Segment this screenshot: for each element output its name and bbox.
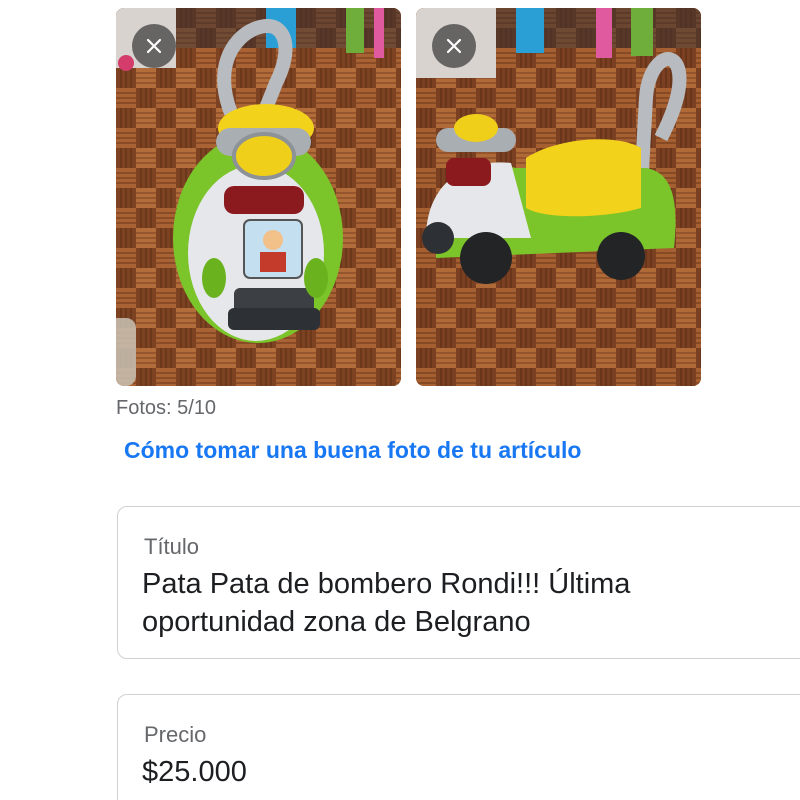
price-field[interactable]: Precio $25.000	[117, 694, 800, 800]
remove-photo-1-button[interactable]	[132, 24, 176, 68]
photo-count: Fotos: 5/10	[116, 397, 217, 419]
remove-photo-2-button[interactable]	[432, 24, 476, 68]
photo-tips-link[interactable]: Cómo tomar una buena foto de tu artículo	[124, 437, 581, 464]
object-edge	[116, 318, 136, 386]
listing-photo-1[interactable]	[116, 8, 401, 386]
price-field-label: Precio	[144, 722, 207, 747]
title-field-label: Título	[144, 534, 200, 559]
title-field[interactable]: Título Pata Pata de bombero Rondi!!! Últ…	[117, 506, 800, 659]
title-field-value[interactable]: Pata Pata de bombero Rondi!!! Última opo…	[142, 565, 702, 641]
listing-photo-2[interactable]	[416, 8, 701, 386]
close-icon	[446, 38, 462, 54]
price-field-value[interactable]: $25.000	[142, 753, 702, 791]
close-icon	[146, 38, 162, 54]
